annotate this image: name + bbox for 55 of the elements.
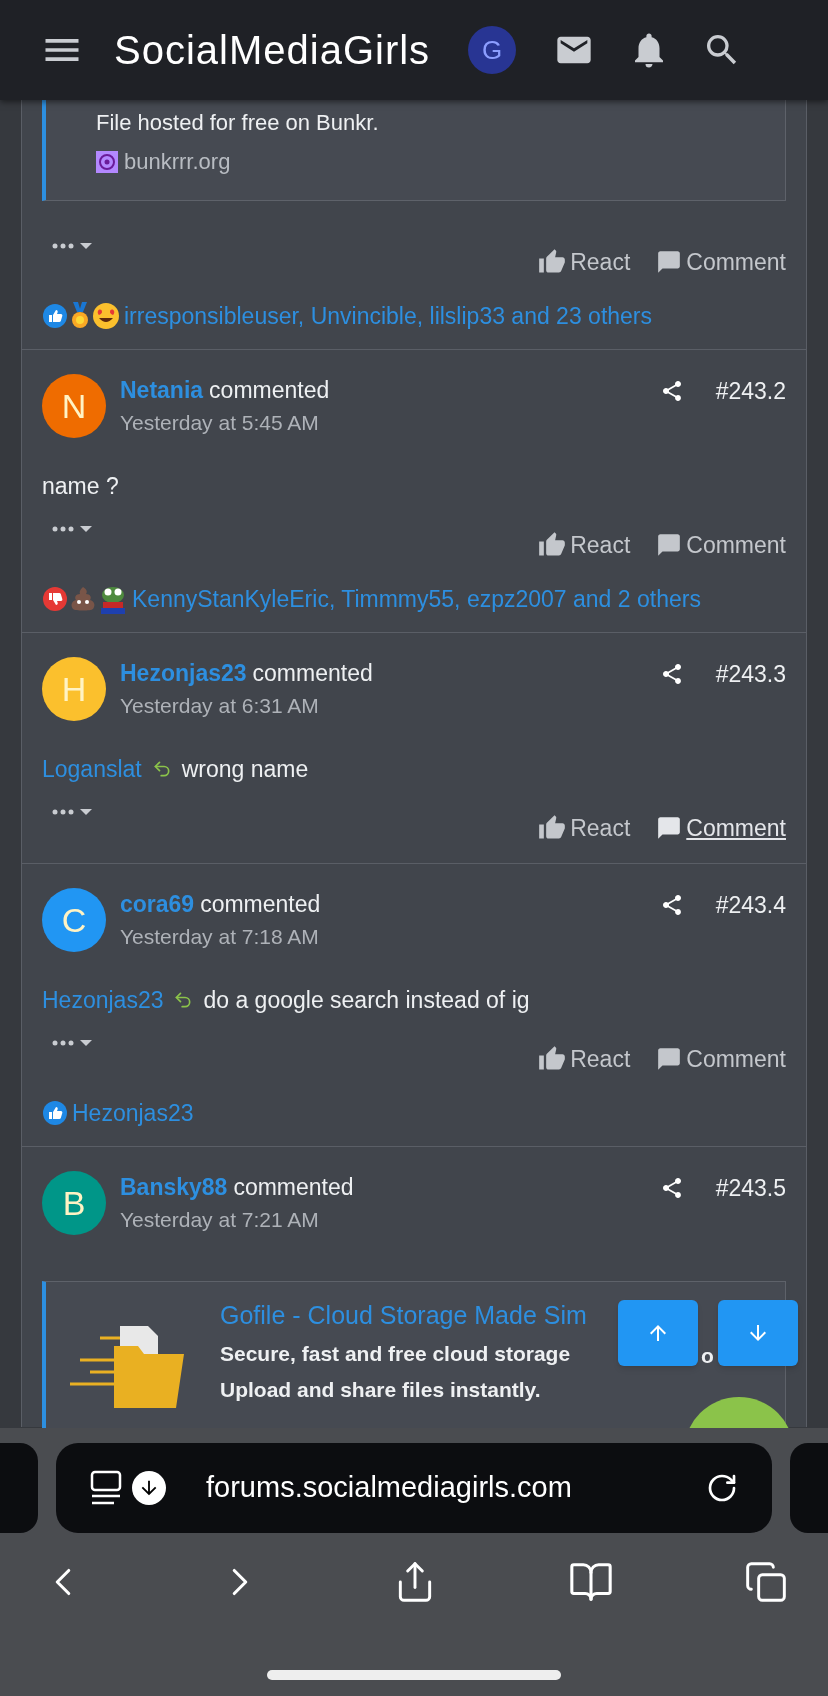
more-icon [52, 243, 74, 249]
more-icon [52, 809, 74, 815]
user-avatar[interactable]: B [42, 1171, 106, 1235]
more-icon [52, 1040, 74, 1046]
comment-text: do a google search instead of ig [203, 985, 530, 1015]
download-icon[interactable] [132, 1471, 166, 1505]
preview-description: Upload and share files instantly. [220, 1377, 542, 1403]
timestamp: Yesterday at 6:31 AM [120, 693, 320, 719]
preview-site: bunkrrr.org [124, 148, 231, 176]
reload-icon[interactable] [706, 1472, 738, 1504]
react-button[interactable]: React [538, 245, 631, 280]
like-reaction-icon [42, 303, 68, 329]
like-reaction-icon [42, 1100, 68, 1126]
action-text: commented [252, 659, 373, 688]
medal-icon [69, 302, 91, 330]
preview-description: Secure, fast and free cloud storage [220, 1341, 572, 1367]
action-text: commented [233, 1173, 354, 1202]
url-text: forums.socialmediagirls.com [206, 1470, 572, 1506]
action-text: commented [200, 890, 321, 919]
action-text: commented [209, 376, 330, 405]
comment-number-link[interactable]: #243.3 [715, 656, 786, 692]
timestamp: Yesterday at 7:18 AM [120, 924, 320, 950]
caret-icon [80, 1040, 92, 1046]
comment-number-link[interactable]: #243.4 [715, 887, 786, 923]
timestamp: Yesterday at 7:21 AM [120, 1207, 320, 1233]
comment-button[interactable]: Comment [656, 528, 786, 563]
poop-emoji-icon [69, 585, 97, 613]
react-button[interactable]: React [538, 528, 631, 563]
tabs-icon[interactable] [744, 1560, 788, 1604]
caret-icon [80, 243, 92, 249]
caret-icon [80, 809, 92, 815]
link-preview[interactable]: File hosted for free on Bunkr. bunkrrr.org [42, 100, 786, 201]
user-avatar[interactable]: G [468, 26, 517, 74]
reply-arrow-icon [151, 759, 172, 779]
heart-eyes-emoji-icon [92, 302, 120, 330]
comment-number-link[interactable]: #243.2 [715, 373, 786, 409]
site-favicon-icon [96, 150, 118, 173]
reader-icon [90, 1470, 122, 1506]
comment-number-link[interactable]: #243.5 [715, 1170, 786, 1206]
react-button[interactable]: React [538, 811, 631, 846]
comment-button[interactable]: Comment [656, 811, 786, 846]
site-title[interactable]: SocialMediaGirls [114, 20, 431, 80]
more-icon [52, 526, 74, 532]
timestamp: Yesterday at 5:45 AM [120, 410, 320, 436]
comment-text: name ? [42, 472, 120, 501]
preview-description: File hosted for free on Bunkr. [96, 109, 380, 137]
react-button[interactable]: React [538, 1042, 631, 1077]
comment-button[interactable]: Comment [656, 1042, 786, 1077]
dislike-reaction-icon [42, 586, 68, 612]
frog-emoji-icon [98, 584, 128, 614]
comment-text: wrong name [181, 754, 309, 784]
preview-text-fragment: o [701, 1343, 714, 1369]
comment-button[interactable]: Comment [656, 245, 786, 280]
address-bar[interactable]: forums.socialmediagirls.com [56, 1443, 772, 1533]
caret-icon [80, 526, 92, 532]
